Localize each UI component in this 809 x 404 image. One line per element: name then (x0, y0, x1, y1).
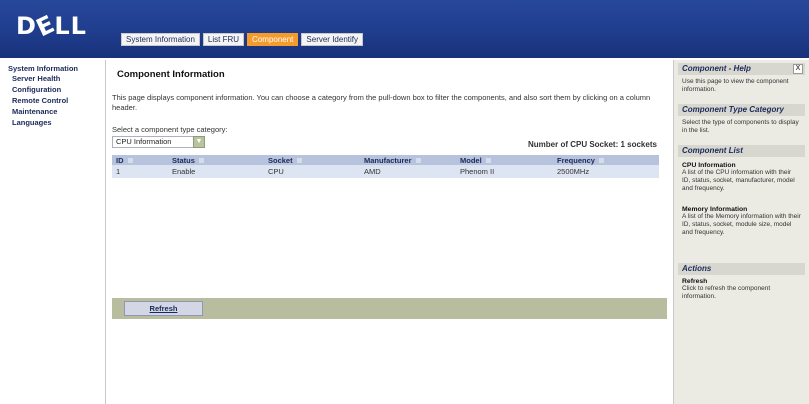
category-select-label: Select a component type category: (112, 125, 228, 134)
top-tabs: System Information List FRU Component Se… (121, 33, 363, 46)
column-header-manufacturer[interactable]: Manufacturer (360, 155, 456, 165)
nav-remote-control[interactable]: Remote Control (0, 95, 105, 106)
column-header-id[interactable]: ID (112, 155, 168, 165)
component-table: ID Status Socket Manufacturer Model Freq… (112, 155, 659, 178)
cell-status: Enable (168, 165, 264, 178)
sort-icon (127, 158, 133, 164)
tab-component[interactable]: Component (247, 33, 299, 46)
cell-id: 1 (112, 165, 168, 178)
nav-system-information[interactable]: System Information (0, 64, 105, 73)
help-memory-text: A list of the Memory information with th… (682, 213, 801, 236)
help-title: Component - Help (682, 64, 751, 73)
help-section-actions: Actions (678, 263, 805, 275)
main-content: Component Information This page displays… (107, 60, 667, 404)
refresh-button[interactable]: Refresh (124, 301, 203, 316)
page-title: Component Information (117, 69, 225, 80)
sort-icon (485, 158, 491, 164)
header-bar: DELL System Information List FRU Compone… (0, 0, 809, 58)
left-nav: System Information Server Health Configu… (0, 60, 106, 404)
help-intro: Use this page to view the component info… (682, 78, 789, 93)
nav-configuration[interactable]: Configuration (0, 84, 105, 95)
nav-maintenance[interactable]: Maintenance (0, 106, 105, 117)
sort-icon (198, 158, 204, 164)
help-title-bar: Component - Help X (678, 63, 805, 75)
sort-icon (598, 158, 604, 164)
chevron-down-icon[interactable]: ▼ (193, 136, 205, 148)
help-type-category-text: Select the type of components to display… (682, 119, 799, 134)
help-refresh-title: Refresh (682, 278, 708, 285)
sort-icon (296, 158, 302, 164)
page-description: This page displays component information… (112, 93, 651, 112)
help-section-component-list: Component List (678, 145, 805, 157)
category-select[interactable]: CPU Information ▼ (112, 136, 205, 148)
sort-icon (415, 158, 421, 164)
table-row[interactable]: 1 Enable CPU AMD Phenom II 2500MHz (112, 165, 659, 178)
cell-frequency: 2500MHz (553, 165, 659, 178)
nav-server-health[interactable]: Server Health (0, 73, 105, 84)
column-header-status[interactable]: Status (168, 155, 264, 165)
column-header-frequency[interactable]: Frequency (553, 155, 659, 165)
help-refresh-text: Click to refresh the component informati… (682, 285, 771, 300)
socket-count: Number of CPU Socket: 1 sockets (528, 140, 657, 149)
nav-languages[interactable]: Languages (0, 117, 105, 128)
column-header-socket[interactable]: Socket (264, 155, 360, 165)
cell-model: Phenom II (456, 165, 553, 178)
help-cpu-text: A list of the CPU information with their… (682, 169, 795, 192)
help-cpu-title: CPU Information (682, 162, 736, 169)
tab-server-identify[interactable]: Server Identify (301, 33, 363, 46)
cell-manufacturer: AMD (360, 165, 456, 178)
help-memory-title: Memory Information (682, 206, 748, 213)
tab-system-information[interactable]: System Information (121, 33, 200, 46)
help-section-type-category: Component Type Category (678, 104, 805, 116)
column-header-model[interactable]: Model (456, 155, 553, 165)
close-icon[interactable]: X (793, 64, 803, 74)
category-select-value: CPU Information (116, 137, 172, 146)
help-panel: Component - Help X Use this page to view… (673, 60, 809, 404)
action-bar: Refresh (112, 298, 667, 319)
cell-socket: CPU (264, 165, 360, 178)
dell-logo: DELL (16, 9, 87, 43)
tab-list-fru[interactable]: List FRU (202, 33, 245, 46)
table-header-row: ID Status Socket Manufacturer Model Freq… (112, 155, 659, 165)
